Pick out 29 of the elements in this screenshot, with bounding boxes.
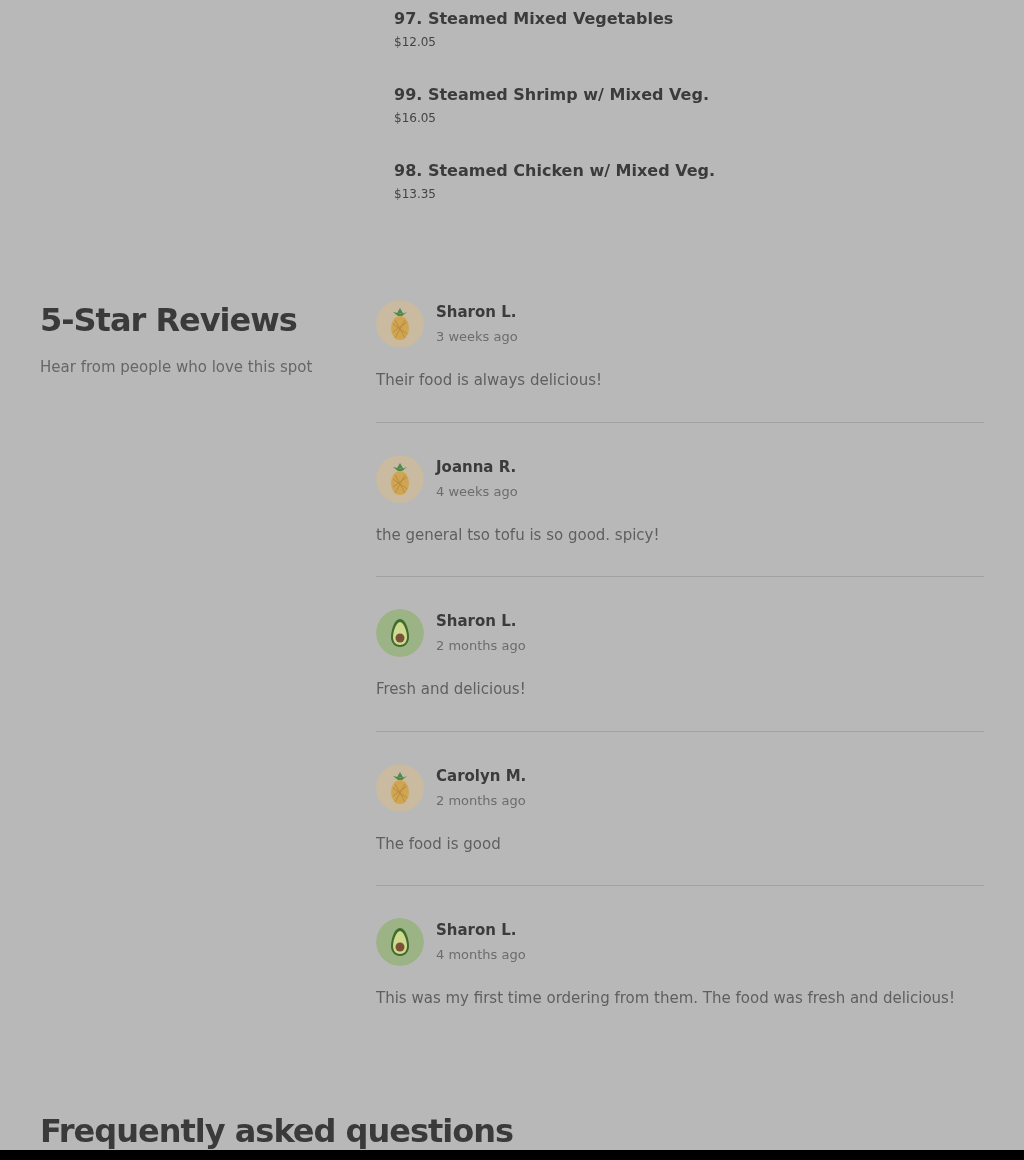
menu-item-name: 99. Steamed Shrimp w/ Mixed Veg. [394,84,710,106]
reviewer-name: Sharon L. [436,611,518,631]
faq-title: Frequently asked questions [40,1111,514,1150]
review-text: Fresh and delicious! [376,679,527,700]
review-date: 4 months ago [436,946,526,964]
review-text: The food is good [376,833,502,855]
avocado-avatar [376,609,424,657]
review-text: the general tso tofu is so good. spicy! [376,524,661,546]
menu-item-price: $16.05 [394,110,437,127]
pineapple-avatar [376,454,424,503]
section-title: 5-Star Reviews [40,300,298,340]
pineapple-avatar [376,763,424,812]
section-subtitle: Hear from people who love this spot [40,357,314,378]
menu-item-name: 97. Steamed Mixed Vegetables [394,8,675,30]
review-date: 4 weeks ago [436,482,518,501]
reviewer-name: Joanna R. [436,456,518,477]
review-date: 3 weeks ago [436,328,518,346]
review-date: 2 months ago [436,637,526,655]
menu-item-name: 98. Steamed Chicken w/ Mixed Veg. [394,160,717,182]
menu-item-price: $12.05 [394,34,437,51]
reviewer-name: Carolyn M. [436,765,527,786]
reviewer-name: Sharon L. [436,302,518,322]
reviewer-name: Sharon L. [436,920,518,940]
review-date: 2 months ago [436,791,527,810]
review-text: Their food is always delicious! [376,370,603,391]
menu-item-price: $13.35 [394,186,437,203]
avocado-avatar [376,918,424,966]
pineapple-avatar [376,300,424,348]
review-text: This was my first time ordering from them. The food was fresh and delicious! [376,988,956,1009]
